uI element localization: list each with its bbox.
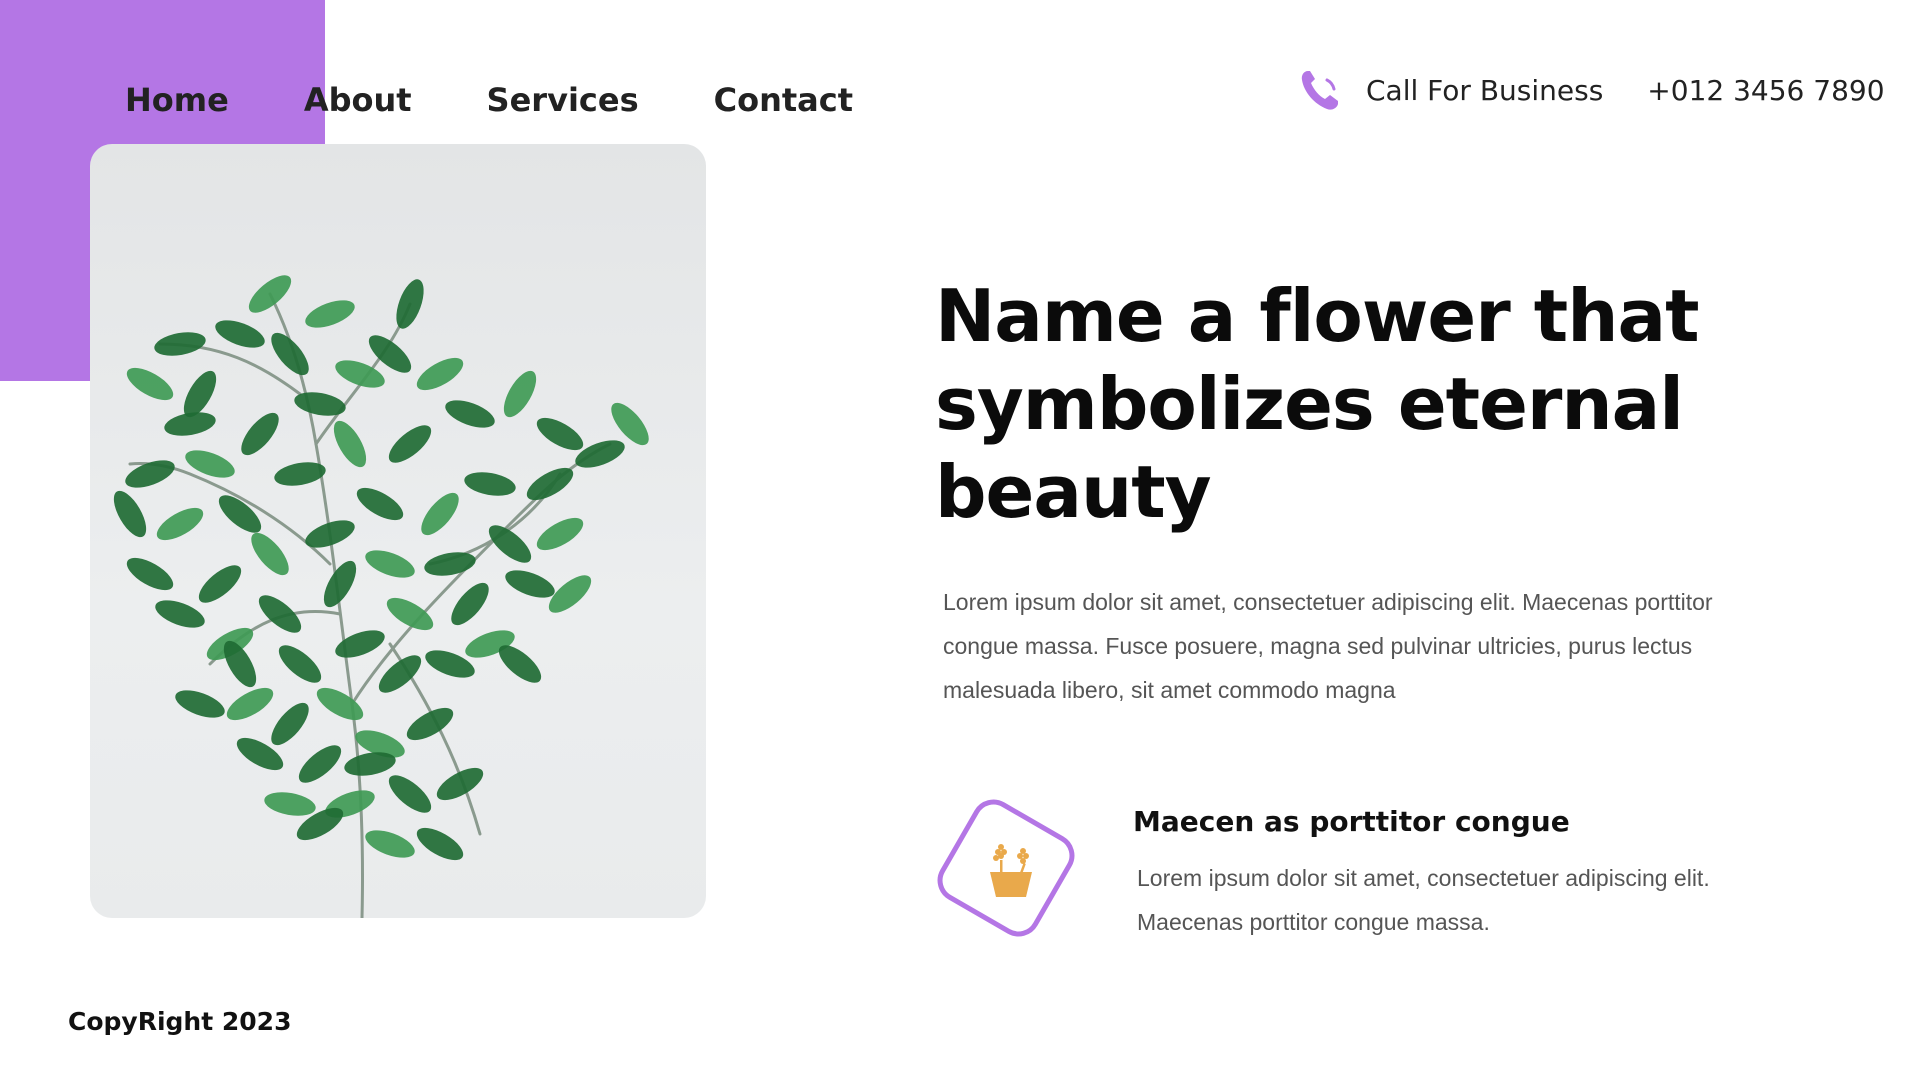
leaf-shape [125, 460, 175, 488]
leaf-shape [215, 320, 265, 348]
leaf-shape [271, 332, 309, 376]
leaf-shape [421, 492, 459, 536]
leaf-shape [505, 570, 555, 598]
leaf-shape [388, 775, 432, 813]
feature-title: Maecen as porttitor congue [1133, 805, 1570, 838]
leaf-shape [503, 370, 537, 418]
leaf-shape [164, 412, 216, 436]
plant-photo [90, 144, 706, 918]
flower-pot-icon [982, 842, 1040, 900]
leaf-shape [365, 830, 415, 858]
leaf-shape [154, 332, 206, 356]
leaf-shape [298, 745, 342, 783]
main-nav: Home About Services Contact [125, 72, 853, 128]
leaf-shape [264, 792, 316, 816]
feature-text: Lorem ipsum dolor sit amet, consectetuer… [1137, 865, 1710, 935]
leaf-shape [248, 275, 292, 313]
leaf-shape [436, 767, 484, 801]
leaf-shape [126, 557, 174, 591]
leaf-shape [156, 507, 204, 541]
hero-headline: Name a flower that symbolizes eternal be… [935, 274, 1700, 534]
leaf-shape [185, 450, 235, 478]
leaf-shape [445, 400, 495, 428]
leaf-shape [126, 367, 174, 401]
contact-info: Call For Business +012 3456 7890 [1300, 62, 1885, 118]
nav-item-contact[interactable]: Contact [714, 81, 853, 119]
leaf-shape [536, 517, 584, 551]
leaf-shape [365, 550, 415, 578]
leaf-shape [113, 490, 147, 538]
leaf-shape [226, 687, 274, 721]
leaf-shape [271, 702, 309, 746]
leaf-shape [305, 300, 355, 328]
leaf-shape [333, 420, 367, 468]
leaf-shape [251, 532, 289, 576]
leaf-shape [388, 425, 432, 463]
leaf-shape [335, 630, 385, 658]
leaf-shape [396, 279, 424, 329]
nav-item-services[interactable]: Services [487, 81, 639, 119]
phone-number[interactable]: +012 3456 7890 [1647, 74, 1884, 107]
leaf-shape [278, 645, 322, 683]
leaf-shape [316, 687, 364, 721]
nav-item-about[interactable]: About [304, 81, 412, 119]
hero-body-text: Lorem ipsum dolor sit amet, consectetuer… [943, 589, 1713, 703]
phone-icon [1300, 68, 1340, 112]
leaf-shape [416, 357, 464, 391]
call-for-business-label: Call For Business [1366, 73, 1604, 107]
copyright-text: CopyRight 2023 [68, 1007, 292, 1036]
leaf-shape [498, 645, 542, 683]
leaf-shape [155, 600, 205, 628]
leaf-shape [416, 827, 464, 861]
nav-item-home[interactable]: Home [125, 81, 229, 119]
leaf-shape [451, 582, 489, 626]
leaf-shape [198, 565, 242, 603]
plant-illustration [113, 275, 649, 918]
leaf-shape [356, 487, 404, 521]
leaf-shape [464, 472, 516, 496]
leaf-shape [175, 690, 225, 718]
leaf-shape [241, 412, 279, 456]
leaf-shape [536, 417, 584, 451]
